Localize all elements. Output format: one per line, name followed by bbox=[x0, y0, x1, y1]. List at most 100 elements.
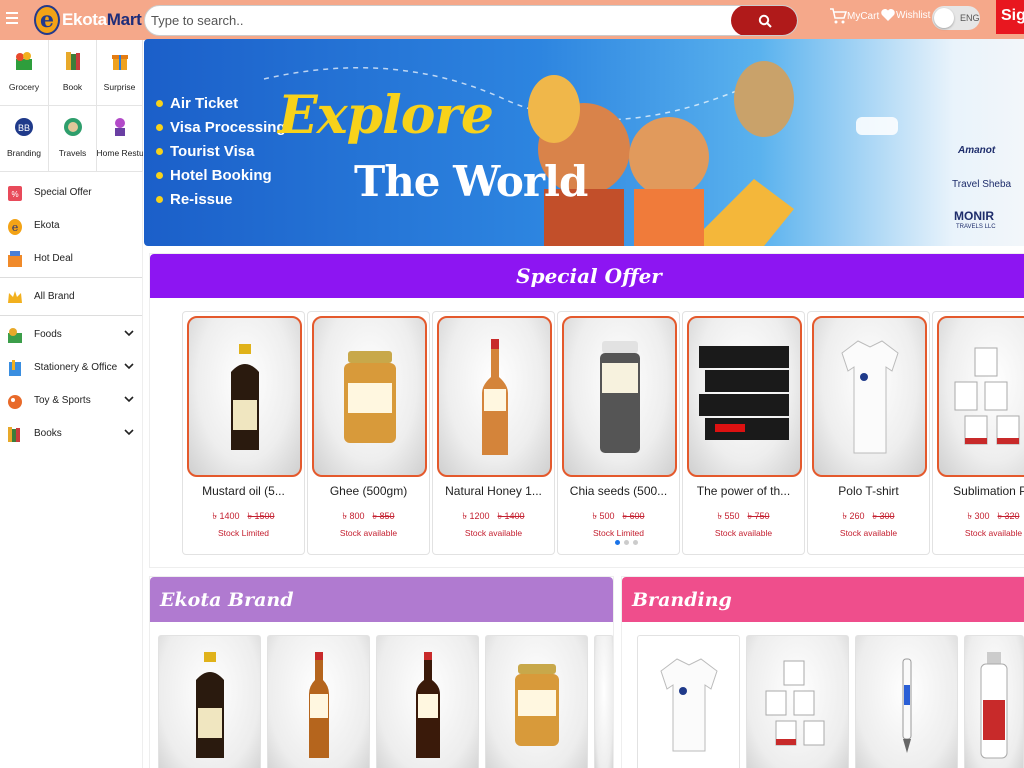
chef-icon bbox=[114, 118, 125, 136]
special-offer-title: Special Offer bbox=[150, 254, 1024, 298]
honey-bottle-image bbox=[481, 338, 508, 455]
product-card[interactable] bbox=[267, 635, 370, 768]
mug-set-image bbox=[765, 660, 824, 746]
product-image bbox=[812, 316, 927, 477]
logo-badge: e bbox=[34, 5, 60, 35]
ekota-icon: e bbox=[8, 218, 22, 235]
hamburger-menu-icon[interactable] bbox=[6, 9, 22, 29]
svg-text:e: e bbox=[12, 221, 19, 234]
product-card[interactable]: Chia seeds (500... ৳ 500 ৳ 600 Stock Limi… bbox=[557, 311, 680, 555]
sidebar-item-stationery[interactable]: Stationery & Office bbox=[0, 351, 142, 384]
carousel-dot[interactable] bbox=[615, 540, 620, 545]
category-home-restu[interactable]: Home Restu bbox=[97, 106, 143, 172]
heart-icon bbox=[881, 9, 895, 21]
product-prices: ৳ 1400 ৳ 1500 bbox=[183, 509, 304, 524]
category-branding[interactable]: BB Branding bbox=[0, 106, 49, 172]
product-old-price: ৳ 750 bbox=[747, 511, 770, 521]
sidebar-item-label: Special Offer bbox=[34, 187, 92, 198]
category-grocery[interactable]: Grocery bbox=[0, 40, 49, 106]
sidebar-item-hot-deal[interactable]: Hot Deal bbox=[0, 242, 142, 275]
service-item: Air Ticket bbox=[156, 91, 286, 115]
product-prices: ৳ 260 ৳ 300 bbox=[808, 509, 929, 524]
polo-tshirt-image bbox=[840, 339, 899, 453]
chevron-down-icon bbox=[124, 363, 134, 370]
ghee-jar-image bbox=[514, 664, 559, 746]
product-prices: ৳ 1200 ৳ 1400 bbox=[433, 509, 554, 524]
sign-in-button[interactable]: Sign bbox=[996, 0, 1024, 34]
ekota-brand-title: Ekota Brand bbox=[150, 577, 613, 622]
product-name: Natural Honey 1... bbox=[445, 484, 542, 498]
search-icon bbox=[758, 14, 772, 28]
wishlist-label: Wishlist bbox=[896, 9, 931, 21]
special-offer-section: Special Offer Mustard oil (5... ৳ 1400 ৳ … bbox=[149, 253, 1024, 568]
product-card[interactable] bbox=[855, 635, 958, 768]
mustard-oil-bottle-image bbox=[230, 343, 259, 450]
product-image bbox=[937, 316, 1024, 477]
sidebar-item-foods[interactable]: Foods bbox=[0, 318, 142, 351]
product-card[interactable] bbox=[485, 635, 588, 768]
branding-products bbox=[637, 635, 1024, 768]
sidebar-item-toy-sports[interactable]: Toy & Sports bbox=[0, 384, 142, 417]
product-card[interactable]: The power of th... ৳ 550 ৳ 750 Stock avai… bbox=[682, 311, 805, 555]
search-button[interactable] bbox=[731, 6, 797, 35]
product-card[interactable] bbox=[594, 635, 613, 768]
category-book[interactable]: Book bbox=[49, 40, 97, 106]
carousel-dot[interactable] bbox=[633, 540, 638, 545]
stock-status: Stock Limited bbox=[592, 528, 645, 538]
category-label: Branding bbox=[6, 148, 42, 158]
crown-icon bbox=[8, 290, 22, 303]
sidebar-item-label: Stationery & Office bbox=[34, 362, 118, 373]
cart-link[interactable]: MyCart bbox=[829, 7, 879, 25]
product-prices: ৳ 800 ৳ 850 bbox=[308, 509, 429, 524]
ekota-brand-section: Ekota Brand bbox=[149, 576, 614, 768]
product-card[interactable]: Ghee (500gm) ৳ 800 ৳ 850 Stock available bbox=[307, 311, 430, 555]
product-card[interactable]: Natural Honey 1... ৳ 1200 ৳ 1400 Stock av… bbox=[432, 311, 555, 555]
book-stack-image bbox=[698, 345, 789, 440]
branding-icon: BB bbox=[15, 118, 33, 136]
site-logo[interactable]: e EkotaMart bbox=[34, 3, 142, 37]
hero-banner[interactable]: Air Ticket Visa Processing Tourist Visa … bbox=[144, 39, 1024, 246]
category-surprise[interactable]: Surprise bbox=[97, 40, 143, 106]
wishlist-link[interactable]: Wishlist bbox=[880, 7, 930, 23]
product-image bbox=[562, 316, 677, 477]
stock-status: Stock Limited bbox=[217, 528, 270, 538]
travel-icon bbox=[63, 118, 82, 136]
carousel-dot[interactable] bbox=[624, 540, 629, 545]
search-input[interactable] bbox=[145, 6, 725, 35]
product-card[interactable] bbox=[376, 635, 479, 768]
product-card[interactable] bbox=[964, 635, 1024, 768]
foods-icon bbox=[8, 327, 22, 343]
sidebar-item-all-brand[interactable]: All Brand bbox=[0, 280, 142, 313]
stock-status: Stock available bbox=[964, 528, 1023, 538]
product-card[interactable]: Mustard oil (5... ৳ 1400 ৳ 1500 Stock Lim… bbox=[182, 311, 305, 555]
chevron-down-icon bbox=[124, 396, 134, 403]
product-image bbox=[187, 316, 302, 477]
product-card[interactable]: Sublimation Pri ৳ 300 ৳ 320 Stock availab… bbox=[932, 311, 1024, 555]
sidebar-item-label: Books bbox=[34, 428, 62, 439]
sidebar-item-label: All Brand bbox=[34, 291, 75, 302]
product-old-price: ৳ 1500 bbox=[247, 511, 275, 521]
ekota-brand-products bbox=[158, 635, 613, 768]
product-price: ৳ 260 bbox=[842, 511, 865, 521]
offer-icon: % bbox=[8, 185, 22, 201]
product-old-price: ৳ 1400 bbox=[497, 511, 525, 521]
product-prices: ৳ 550 ৳ 750 bbox=[683, 509, 804, 524]
product-card[interactable] bbox=[158, 635, 261, 768]
water-bottle-image bbox=[980, 652, 1008, 759]
stationery-icon bbox=[9, 359, 21, 376]
product-card[interactable]: Polo T-shirt ৳ 260 ৳ 300 Stock available bbox=[807, 311, 930, 555]
sidebar-item-books[interactable]: Books bbox=[0, 417, 142, 450]
product-image bbox=[437, 316, 552, 477]
category-travels[interactable]: Travels bbox=[49, 106, 97, 172]
sidebar-item-ekota[interactable]: e Ekota bbox=[0, 209, 142, 242]
product-name: Chia seeds (500... bbox=[569, 484, 668, 498]
language-toggle[interactable]: ENG bbox=[932, 6, 980, 30]
product-card[interactable] bbox=[637, 635, 740, 768]
product-card[interactable] bbox=[746, 635, 849, 768]
product-name: The power of th... bbox=[696, 484, 791, 498]
pen-image bbox=[902, 658, 911, 753]
stock-status: Stock available bbox=[714, 528, 773, 538]
sidebar-item-special-offer[interactable]: % Special Offer bbox=[0, 176, 142, 209]
stock-status: Stock available bbox=[464, 528, 523, 538]
oil-bottle-image bbox=[415, 652, 440, 758]
